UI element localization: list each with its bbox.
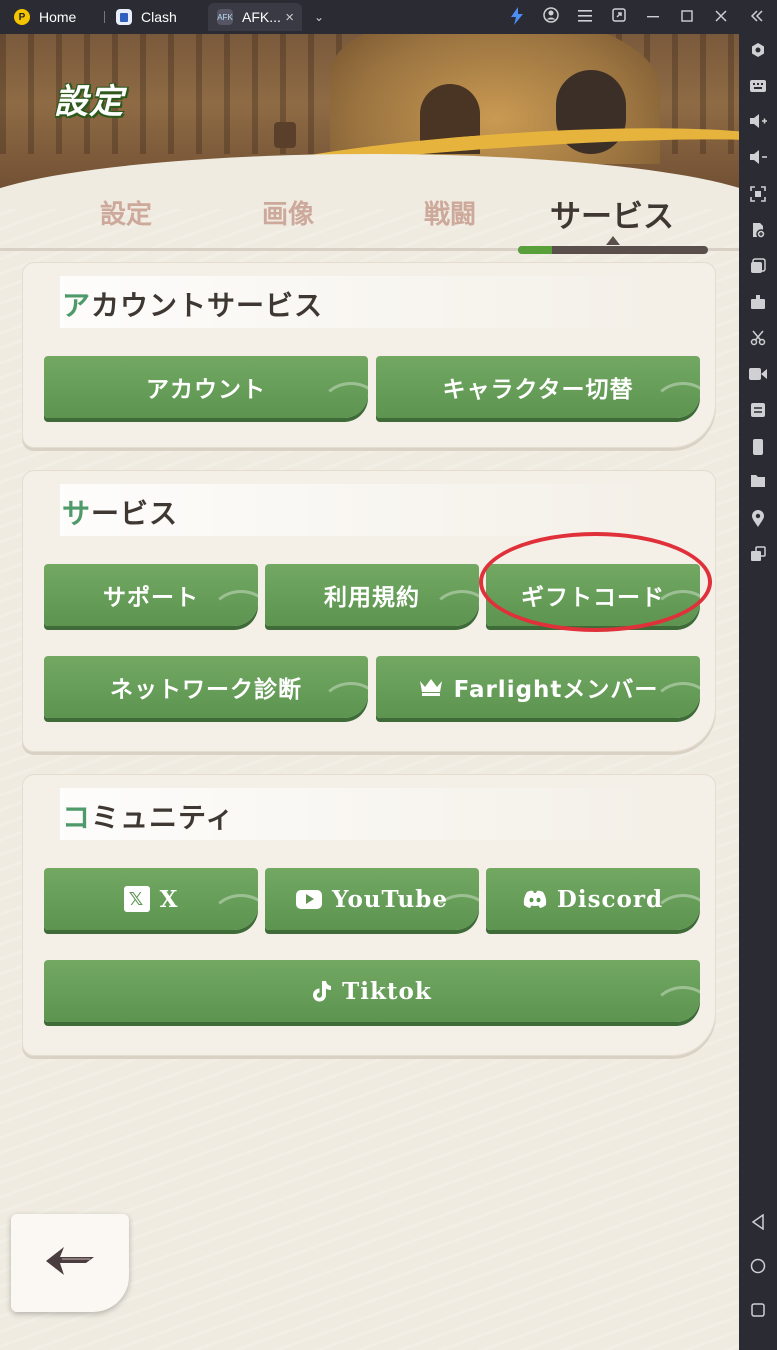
- tab-graphics[interactable]: 画像: [218, 194, 358, 231]
- discord-button-label: Discord: [556, 885, 664, 913]
- game-screen: 設定 設定 画像 戦闘 サービス アカウントサービス アカウント キャラクター切…: [0, 34, 739, 1350]
- youtube-logo-icon: [296, 889, 323, 909]
- section-title: コミュニティ: [62, 796, 234, 836]
- support-button-label: サポート: [103, 585, 199, 611]
- section-title: サービス: [62, 492, 178, 532]
- youtube-button[interactable]: YouTube: [265, 868, 479, 930]
- tab-battle[interactable]: 戦闘: [380, 194, 520, 231]
- tab-clash-label: Clash: [141, 9, 177, 25]
- tab-afk[interactable]: AFK AFK... ×: [208, 3, 302, 31]
- multi-window-icon[interactable]: [748, 546, 768, 566]
- youtube-button-label: YouTube: [332, 885, 448, 913]
- support-button[interactable]: サポート: [44, 564, 258, 626]
- terms-button[interactable]: 利用規約: [265, 564, 479, 626]
- discord-logo-icon: [523, 890, 547, 908]
- tab-home-label: Home: [39, 9, 77, 25]
- account-icon[interactable]: [541, 7, 561, 27]
- tiktok-logo-icon: [312, 980, 332, 1002]
- scissors-icon[interactable]: [748, 330, 768, 350]
- screenshot-icon[interactable]: [748, 186, 768, 206]
- apk-install-icon[interactable]: [748, 222, 768, 242]
- location-icon[interactable]: [748, 510, 768, 530]
- back-arrow-icon: [42, 1243, 98, 1283]
- section-title-rest: ービス: [91, 497, 179, 530]
- maximize-icon[interactable]: [677, 7, 697, 27]
- minimize-icon[interactable]: [643, 7, 663, 27]
- crown-icon: [418, 677, 444, 697]
- account-button[interactable]: アカウント: [44, 356, 368, 418]
- collapse-sidebar-icon[interactable]: [747, 7, 767, 27]
- gift-code-highlight-circle: [479, 532, 712, 632]
- folder-icon[interactable]: [748, 474, 768, 494]
- x-button[interactable]: 𝕏 X: [44, 868, 258, 930]
- account-service-section: アカウントサービス アカウント キャラクター切替: [22, 262, 716, 448]
- menu-icon[interactable]: [575, 7, 595, 27]
- active-tab-caret-icon: [606, 236, 620, 245]
- close-tab-icon[interactable]: ×: [285, 9, 294, 26]
- home-app-icon: P: [14, 9, 30, 25]
- section-title-rest: ミュニティ: [91, 801, 235, 834]
- back-nav-icon[interactable]: [748, 1213, 768, 1234]
- tab-divider: [104, 11, 105, 23]
- network-diagnosis-button-label: ネットワーク診断: [110, 677, 302, 703]
- page-title: 設定: [44, 70, 134, 122]
- recent-nav-icon[interactable]: [748, 1302, 768, 1322]
- clash-app-icon: [116, 9, 132, 25]
- settings-tabs: 設定 画像 戦闘 サービス: [0, 184, 739, 254]
- terms-button-label: 利用規約: [324, 585, 420, 611]
- home-nav-icon[interactable]: [748, 1258, 768, 1278]
- rotate-icon[interactable]: [748, 438, 768, 458]
- window-titlebar: P Home Clash AFK AFK... × ⌄: [0, 0, 777, 34]
- farlight-member-button[interactable]: Farlightメンバー: [376, 656, 700, 718]
- banner-stump: [274, 122, 296, 148]
- keyboard-icon[interactable]: [748, 78, 768, 98]
- character-switch-button-label: キャラクター切替: [442, 377, 634, 403]
- record-icon[interactable]: [748, 366, 768, 386]
- multi-instance-icon[interactable]: [748, 258, 768, 278]
- tab-home[interactable]: P Home: [14, 3, 76, 31]
- section-title-first-char: コ: [62, 801, 92, 834]
- flash-icon[interactable]: [507, 7, 527, 27]
- section-title: アカウントサービス: [62, 284, 323, 324]
- popout-icon[interactable]: [609, 7, 629, 27]
- x-logo-icon: 𝕏: [123, 886, 150, 912]
- tab-service[interactable]: サービス: [542, 191, 682, 236]
- volume-up-icon[interactable]: [748, 114, 768, 134]
- active-tab-indicator: [518, 246, 708, 254]
- section-title-rest: カウントサービス: [91, 289, 324, 322]
- tab-list-chevron-icon[interactable]: ⌄: [309, 7, 329, 27]
- settings-gear-icon[interactable]: [748, 42, 768, 62]
- community-section: コミュニティ 𝕏 X YouTube Discord Tiktok: [22, 774, 716, 1056]
- x-button-label: X: [159, 885, 179, 913]
- tab-settings[interactable]: 設定: [56, 194, 196, 231]
- back-button[interactable]: [11, 1214, 129, 1312]
- close-icon[interactable]: [711, 7, 731, 27]
- character-switch-button[interactable]: キャラクター切替: [376, 356, 700, 418]
- emulator-sidebar: [739, 34, 777, 1350]
- account-button-label: アカウント: [146, 377, 266, 403]
- tiktok-button-label: Tiktok: [342, 977, 432, 1005]
- section-title-first-char: ア: [62, 289, 92, 322]
- tiktok-button[interactable]: Tiktok: [44, 960, 700, 1022]
- tab-clash[interactable]: Clash: [116, 3, 177, 31]
- sync-icon[interactable]: [748, 402, 768, 422]
- discord-button[interactable]: Discord: [486, 868, 700, 930]
- afk-app-icon: AFK: [217, 9, 233, 25]
- tab-afk-label: AFK...: [242, 9, 281, 25]
- section-title-first-char: サ: [62, 497, 92, 530]
- network-diagnosis-button[interactable]: ネットワーク診断: [44, 656, 368, 718]
- farlight-member-button-label: Farlightメンバー: [453, 677, 659, 703]
- macro-icon[interactable]: [748, 294, 768, 314]
- volume-down-icon[interactable]: [748, 150, 768, 170]
